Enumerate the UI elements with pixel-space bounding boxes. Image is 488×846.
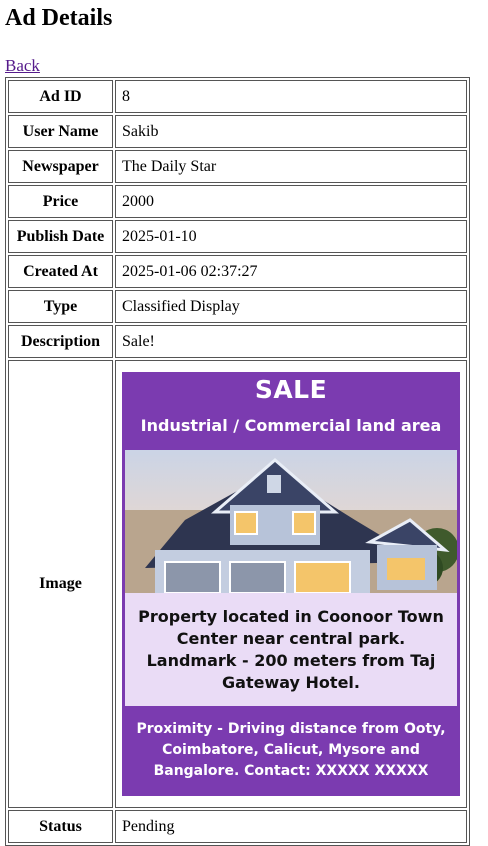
row-label: Status bbox=[8, 810, 113, 843]
row-value: 8 bbox=[115, 80, 467, 113]
table-row: Ad ID 8 bbox=[8, 80, 467, 113]
row-value: SALE Industrial / Commercial land area P… bbox=[115, 360, 467, 808]
row-value: Sakib bbox=[115, 115, 467, 148]
ad-body: Property located in Coonoor Town Center … bbox=[125, 593, 457, 706]
house-photo bbox=[125, 450, 457, 593]
table-row: Created At 2025-01-06 02:37:27 bbox=[8, 255, 467, 288]
row-value: 2000 bbox=[115, 185, 467, 218]
ad-headline: SALE bbox=[254, 375, 328, 404]
ad-footer: Proximity - Driving distance from Ooty, … bbox=[136, 721, 446, 779]
table-row: Newspaper The Daily Star bbox=[8, 150, 467, 183]
ad-subheadline: Industrial / Commercial land area bbox=[140, 416, 442, 435]
table-row: Type Classified Display bbox=[8, 290, 467, 323]
table-row: User Name Sakib bbox=[8, 115, 467, 148]
ad-image: SALE Industrial / Commercial land area P… bbox=[122, 372, 460, 796]
table-row: Description Sale! bbox=[8, 325, 467, 358]
row-label: Created At bbox=[8, 255, 113, 288]
page-title: Ad Details bbox=[5, 5, 113, 31]
row-label: Description bbox=[8, 325, 113, 358]
row-value: Classified Display bbox=[115, 290, 467, 323]
table-row: Price 2000 bbox=[8, 185, 467, 218]
row-label: User Name bbox=[8, 115, 113, 148]
table-row: Publish Date 2025-01-10 bbox=[8, 220, 467, 253]
row-label: Price bbox=[8, 185, 113, 218]
row-value: Sale! bbox=[115, 325, 467, 358]
table-row: Status Pending bbox=[8, 810, 467, 843]
table-row-image: Image SALE Industrial / Commercial land … bbox=[8, 360, 467, 808]
house-illustration bbox=[125, 458, 457, 593]
row-label: Ad ID bbox=[8, 80, 113, 113]
row-value: The Daily Star bbox=[115, 150, 467, 183]
row-label: Publish Date bbox=[8, 220, 113, 253]
row-value: Pending bbox=[115, 810, 467, 843]
ad-details-table: Ad ID 8 User Name Sakib Newspaper The Da… bbox=[5, 77, 470, 846]
back-link[interactable]: Back bbox=[5, 56, 40, 76]
row-label: Type bbox=[8, 290, 113, 323]
row-label: Image bbox=[8, 360, 113, 808]
row-label: Newspaper bbox=[8, 150, 113, 183]
row-value: 2025-01-10 bbox=[115, 220, 467, 253]
row-value: 2025-01-06 02:37:27 bbox=[115, 255, 467, 288]
